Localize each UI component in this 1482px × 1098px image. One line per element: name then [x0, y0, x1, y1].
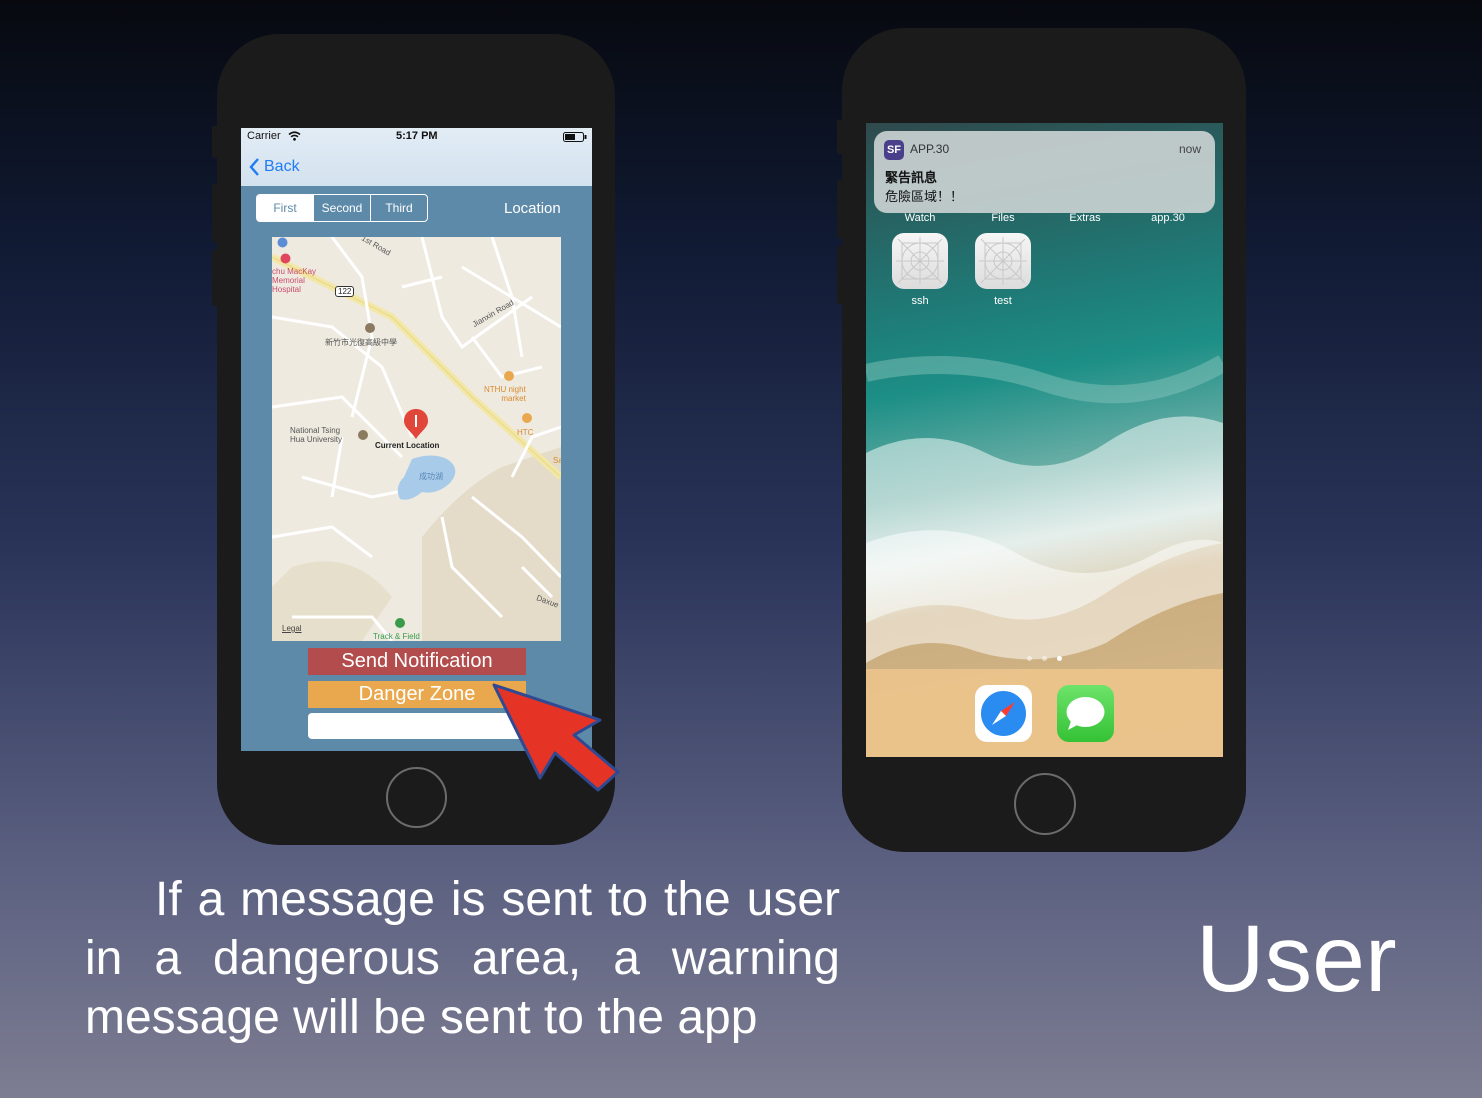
map-label-route: 122: [335, 286, 355, 297]
app-label-watch[interactable]: Watch: [885, 212, 955, 224]
back-button[interactable]: Back: [249, 157, 300, 177]
segment-third[interactable]: Third: [370, 195, 427, 221]
app-label-app30[interactable]: app.30: [1133, 212, 1203, 224]
navigation-bar: Carrier 5:17 PM Back: [241, 128, 592, 186]
page-dot-2[interactable]: [1042, 656, 1047, 661]
app30-icon: SF: [884, 140, 904, 160]
segment-first[interactable]: First: [257, 195, 313, 221]
wifi-icon: [288, 131, 301, 141]
send-notification-button[interactable]: Send Notification: [308, 648, 526, 675]
left-phone-home-button[interactable]: [386, 767, 447, 828]
dock: [866, 669, 1223, 757]
map-label-current-location: Current Location: [375, 441, 440, 450]
poi-track-icon: [395, 618, 405, 628]
notification-banner[interactable]: SF APP.30 now 緊告訊息 危險區域！！: [874, 131, 1215, 213]
map-pin-icon: [404, 409, 428, 439]
location-label: Location: [504, 200, 561, 217]
app-label-files[interactable]: Files: [968, 212, 1038, 224]
page-dot-3-active[interactable]: [1057, 656, 1062, 661]
map-legal-link[interactable]: Legal: [282, 624, 302, 633]
messages-icon[interactable]: [1057, 685, 1114, 742]
map-label-lake: 成功湖: [419, 472, 443, 481]
poi-school-icon: [365, 323, 375, 333]
map-label-school: 新竹市光復高級中學: [325, 338, 397, 347]
chevron-left-icon: [249, 158, 259, 176]
map-label-road-edge: Sa: [553, 456, 561, 465]
map-label-track: Track & Field: [373, 632, 420, 641]
poi-htc-icon: [522, 413, 532, 423]
notification-body: 危險區域！！: [885, 189, 964, 204]
notification-title: 緊告訊息: [885, 170, 938, 185]
poi-university-icon: [358, 430, 368, 440]
status-time: 5:17 PM: [396, 130, 438, 142]
back-label: Back: [264, 158, 300, 175]
notification-time: now: [1178, 142, 1201, 156]
poi-parking-icon: [277, 237, 288, 248]
map-label-university: National Tsing Hua University: [290, 426, 343, 444]
test-app-label: test: [994, 295, 1012, 307]
map-label-night-market: NTHU night market: [484, 385, 526, 403]
notification-app-name: APP.30: [910, 142, 950, 156]
safari-icon[interactable]: [975, 685, 1032, 742]
home-screen: SF APP.30 now 緊告訊息 危險區域！！ Watch Files Ex…: [866, 123, 1223, 757]
poi-hospital-icon: [280, 253, 291, 264]
map-view[interactable]: chu MacKay Memorial Hospital 122 1st Roa…: [272, 237, 561, 641]
segment-second[interactable]: Second: [313, 195, 370, 221]
pointer-arrow-icon: [492, 683, 620, 792]
ssh-app-icon[interactable]: [892, 233, 948, 289]
caption-text: If a message is sent to the user in a da…: [85, 873, 840, 1044]
map-label-htc: HTC: [517, 428, 534, 437]
poi-night-market-icon: [504, 371, 514, 381]
slide-title: User: [1196, 906, 1397, 1012]
right-phone-home-button[interactable]: [1014, 773, 1076, 835]
map-label-hospital: chu MacKay Memorial Hospital: [272, 267, 317, 294]
app-label-extras[interactable]: Extras: [1050, 212, 1120, 224]
page-dot-1[interactable]: [1027, 656, 1032, 661]
slide-caption: If a message is sent to the user in a da…: [85, 870, 840, 1047]
test-app-icon[interactable]: [975, 233, 1031, 289]
ssh-app-label: ssh: [911, 295, 929, 307]
segmented-control: First Second Third: [256, 194, 428, 222]
carrier-label: Carrier: [247, 130, 281, 142]
battery-icon: [563, 132, 587, 142]
app-screen: Carrier 5:17 PM Back First Second Third …: [241, 128, 592, 751]
